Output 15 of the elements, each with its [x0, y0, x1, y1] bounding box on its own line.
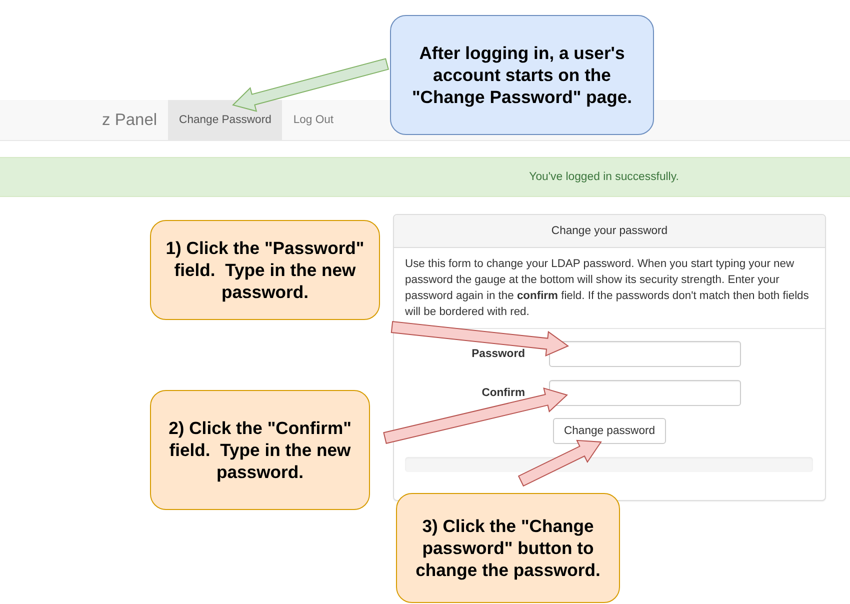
step-callout: 3) Click the "Change password" button to change the password. [396, 493, 620, 603]
note-callout: After logging in, a user's account starts on the "Change Password" page. [390, 15, 654, 135]
password-field[interactable] [549, 341, 741, 367]
change-password-button[interactable]: Change password [552, 418, 666, 444]
step-callout: 2) Click the "Confirm" field. Type in the new password. [150, 390, 370, 510]
nav-tab[interactable]: Change Password [168, 100, 282, 140]
confirm-password-field[interactable] [549, 380, 741, 406]
alert-message: You've logged in successfully. [529, 171, 679, 183]
field-label: Confirm [482, 387, 525, 399]
nav-tab[interactable]: Log Out [282, 100, 345, 140]
panel-heading-title: Change your password [551, 225, 668, 237]
instructions-text: Use this form to change your LDAP password. When you start typing your new password the gauge at the bottom will show its security strength. Enter your password again in the confirm field. If the passwords don't match then both fields will be bordered with red. [405, 257, 810, 320]
field-label: Password [472, 348, 525, 360]
step-callout: 1) Click the "Password" field. Type in the new password. [150, 220, 380, 320]
panel-title: z Panel [102, 110, 158, 130]
